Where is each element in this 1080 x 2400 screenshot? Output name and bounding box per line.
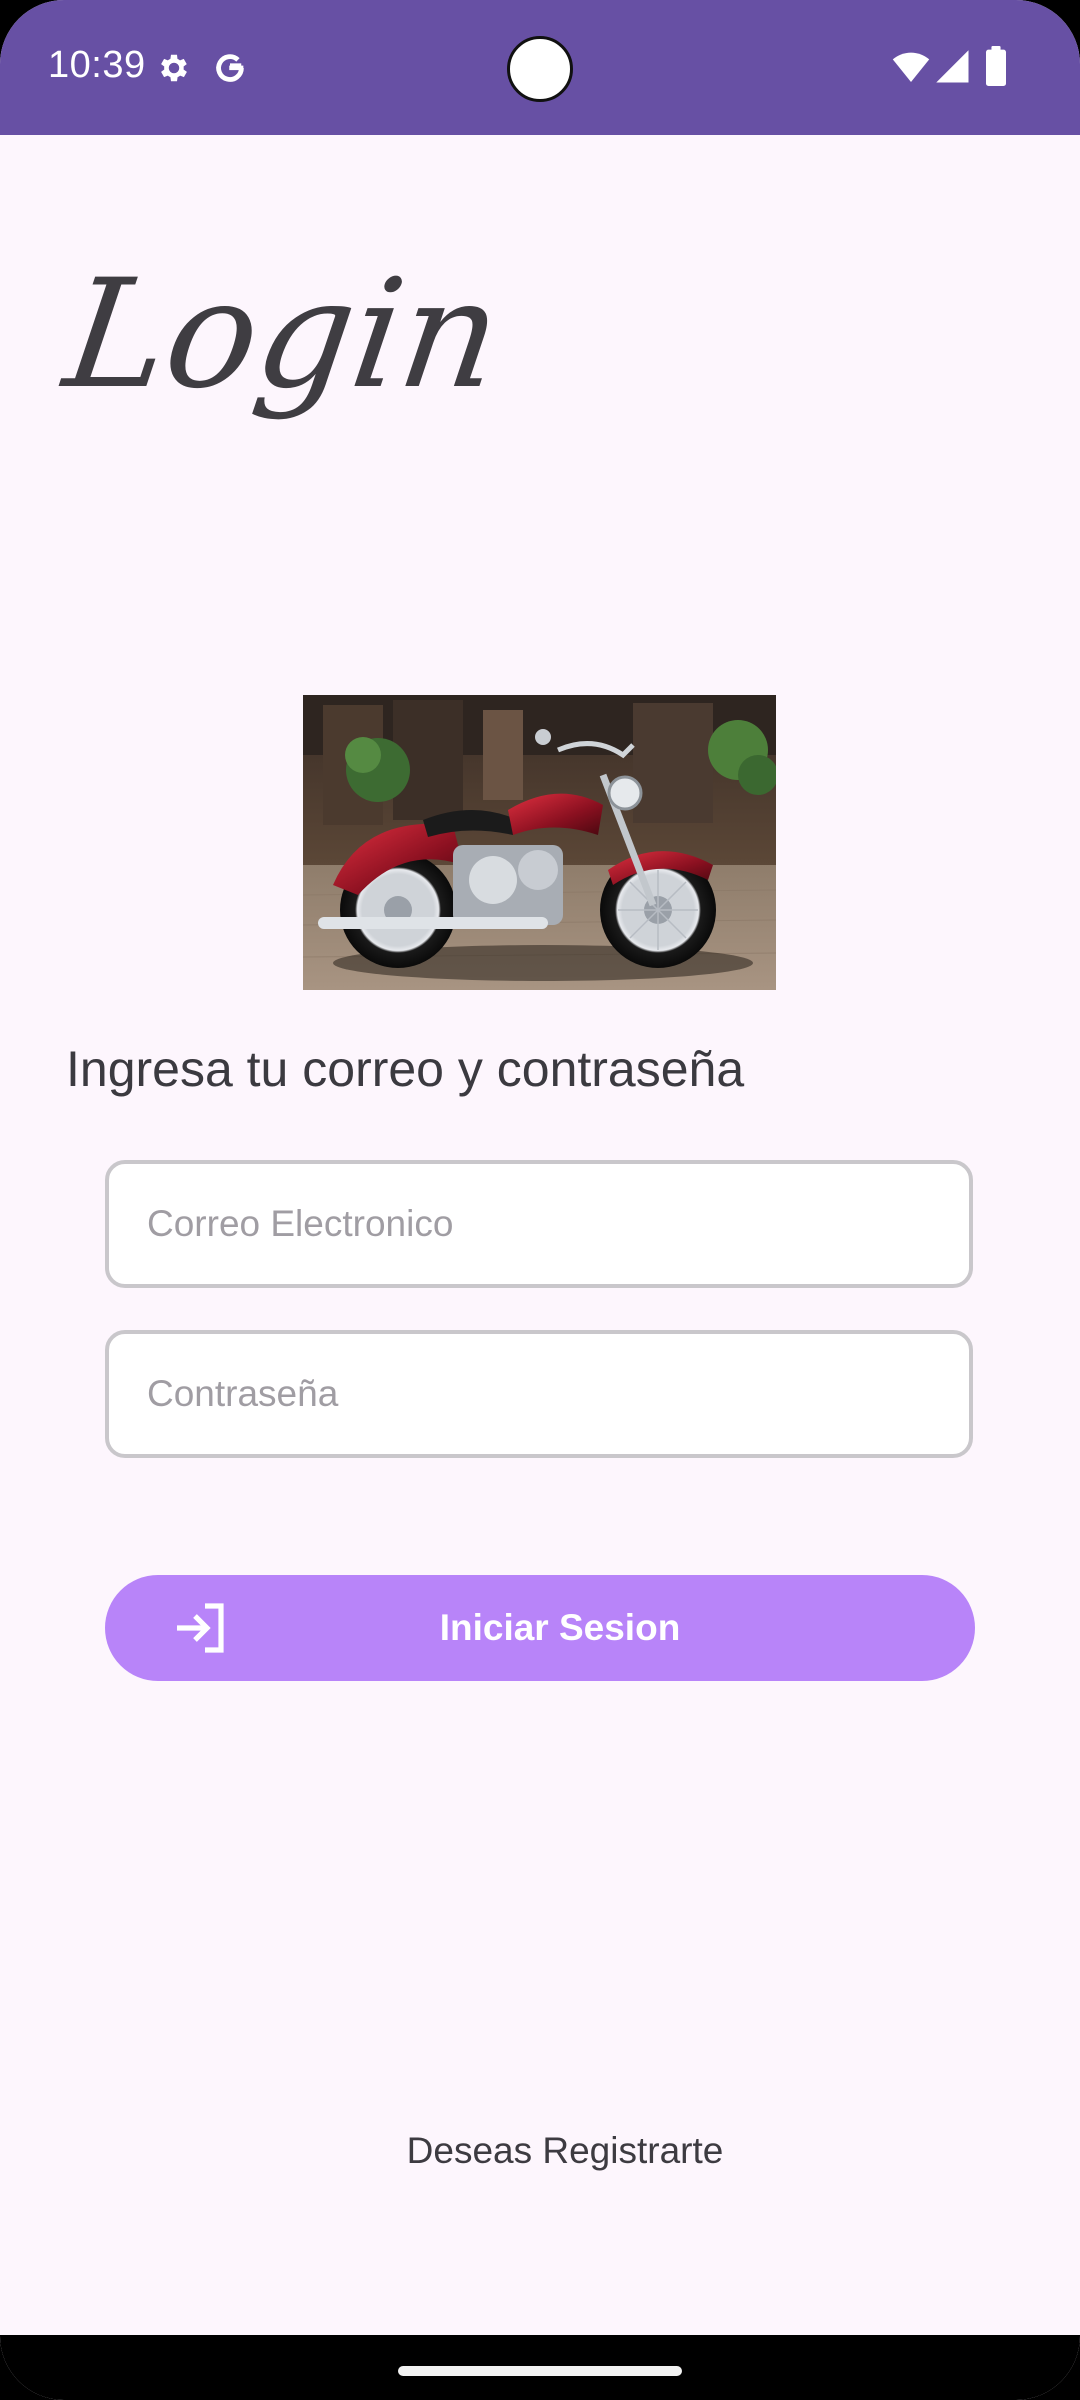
email-field[interactable] [105, 1160, 973, 1288]
login-button-label: Iniciar Sesion [439, 1607, 681, 1648]
motorcycle-image [303, 695, 776, 990]
register-link[interactable]: Deseas Registrarte [0, 2130, 1080, 2172]
page-title: Login [55, 248, 511, 422]
phone-screen: 10:39 Login Ingresa tu correo y contrase… [0, 0, 1080, 2400]
login-button[interactable]: Iniciar Sesion [105, 1575, 975, 1681]
status-bar: 10:39 [0, 0, 1080, 135]
status-time: 10:39 [48, 44, 146, 86]
motorcycle-illustration [303, 695, 776, 990]
home-indicator[interactable] [398, 2366, 682, 2376]
front-camera [507, 36, 573, 102]
signal-icon [936, 50, 969, 83]
google-icon [216, 54, 244, 82]
gear-icon [161, 54, 187, 82]
wifi-icon [892, 52, 930, 83]
battery-icon [986, 46, 1006, 86]
login-instruction: Ingresa tu correo y contraseña [66, 1041, 745, 1097]
password-field[interactable] [105, 1330, 973, 1458]
